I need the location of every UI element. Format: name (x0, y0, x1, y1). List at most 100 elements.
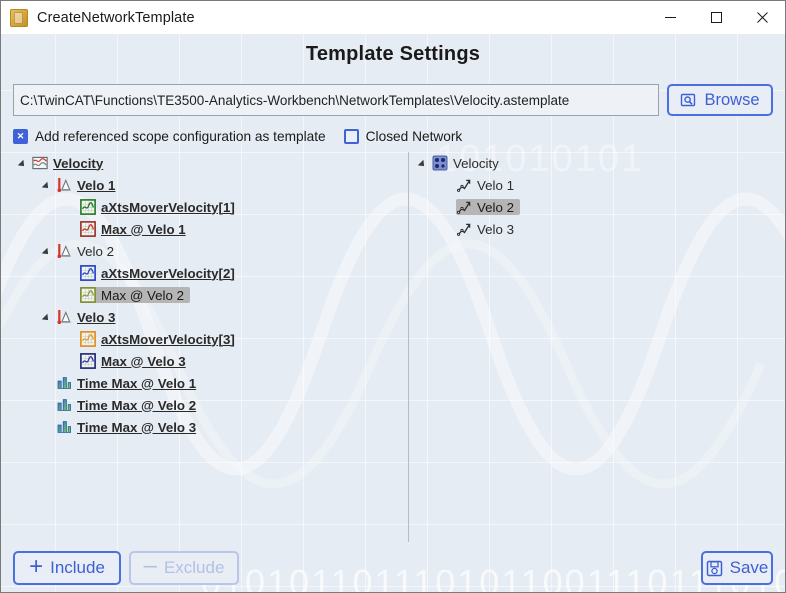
source-tree-panel[interactable]: Velocity Velo 1 aXtsMoverVelocity[1] Max @ … (13, 152, 405, 542)
save-button[interactable]: Save (701, 551, 773, 585)
tree-item[interactable]: Max @ Velo 2 (13, 284, 405, 306)
closed-network-label: Closed Network (365, 128, 463, 144)
tree-item-content[interactable]: Velocity (432, 155, 499, 171)
tree-item-label: Time Max @ Velo 3 (77, 419, 197, 435)
panels: Velocity Velo 1 aXtsMoverVelocity[1] Max @ … (13, 152, 773, 542)
tree-item[interactable]: aXtsMoverVelocity[2] (13, 262, 405, 284)
chevron-down-icon[interactable] (19, 158, 30, 169)
tree-item-label: aXtsMoverVelocity[1] (101, 199, 235, 215)
tree-item-label: aXtsMoverVelocity[3] (101, 331, 235, 347)
tree-item[interactable]: Velo 1 (413, 174, 773, 196)
analytics-calc-icon (56, 309, 72, 325)
tree-item-label: Velocity (453, 155, 499, 171)
tree-item-content[interactable]: Time Max @ Velo 3 (56, 419, 196, 435)
tree-item-content[interactable]: aXtsMoverVelocity[2] (80, 265, 235, 281)
folder-search-icon (681, 93, 696, 107)
tree-item-content[interactable]: Velo 3 (56, 309, 115, 325)
tree-item[interactable]: Time Max @ Velo 3 (13, 416, 405, 438)
save-button-label: Save (729, 558, 769, 577)
close-button[interactable] (739, 1, 785, 34)
options-row: Add referenced scope configuration as te… (13, 126, 462, 146)
tree-item-label: Velo 1 (477, 177, 514, 193)
pulse-icon (56, 419, 72, 435)
tree-item-content[interactable]: Velo 2 (56, 243, 114, 259)
minimize-button[interactable] (647, 1, 693, 34)
network-node-icon (432, 155, 448, 171)
tree-item[interactable]: Velo 3 (413, 218, 773, 240)
tree-item-label: Max @ Velo 2 (101, 287, 184, 303)
maximize-button[interactable] (693, 1, 739, 34)
browse-button[interactable]: Browse (667, 84, 773, 116)
tree-item[interactable]: Velocity (13, 152, 405, 174)
tree-item-label: Max @ Velo 3 (101, 353, 186, 369)
chart-green-icon (80, 199, 96, 215)
tree-item[interactable]: Velo 3 (13, 306, 405, 328)
tree-item-content[interactable]: Time Max @ Velo 1 (56, 375, 196, 391)
scatter-icon (456, 221, 472, 237)
tree-item-content[interactable]: Max @ Velo 1 (80, 221, 186, 237)
target-tree-panel[interactable]: Velocity Velo 1 Velo 2 Velo 3 (413, 152, 773, 542)
tree-item-content[interactable]: aXtsMoverVelocity[3] (80, 331, 235, 347)
exclude-button[interactable]: – Exclude (129, 551, 239, 585)
tree-item-content[interactable]: Velocity (32, 155, 103, 171)
tree-item[interactable]: aXtsMoverVelocity[3] (13, 328, 405, 350)
chevron-down-icon[interactable] (43, 180, 54, 191)
tree-item-label: Velo 1 (77, 177, 116, 193)
create-network-template-dialog: CreateNetworkTemplate 101010101 01010110… (0, 0, 786, 593)
tree-item-selected-content[interactable]: Velo 2 (456, 199, 520, 215)
exclude-button-label: Exclude (163, 558, 225, 577)
tree-item-content[interactable]: Velo 3 (456, 221, 514, 237)
tree-item[interactable]: Time Max @ Velo 2 (13, 394, 405, 416)
tree-item-selected-content[interactable]: Max @ Velo 2 (80, 287, 190, 303)
tree-item[interactable]: Time Max @ Velo 1 (13, 372, 405, 394)
tree-item-content[interactable]: aXtsMoverVelocity[1] (80, 199, 235, 215)
add-scope-config-label: Add referenced scope configuration as te… (35, 128, 326, 144)
closed-network-checkbox-box[interactable] (343, 128, 359, 144)
panel-divider (408, 152, 409, 542)
tree-item[interactable]: aXtsMoverVelocity[1] (13, 196, 405, 218)
dialog-body: 101010101 010101101110101100111011101010… (1, 34, 785, 592)
tree-item-label: Velo 2 (77, 243, 114, 259)
include-button-label: Include (50, 558, 105, 577)
pulse-icon (56, 375, 72, 391)
analytics-calc-icon (56, 243, 72, 259)
tree-item[interactable]: Velo 1 (13, 174, 405, 196)
minimize-icon (664, 17, 676, 18)
tree-item[interactable]: Max @ Velo 3 (13, 350, 405, 372)
tree-item[interactable]: Velo 2 (413, 196, 773, 218)
chart-olive-icon (80, 287, 96, 303)
include-button[interactable]: + Include (13, 551, 121, 585)
chevron-down-icon[interactable] (43, 312, 54, 323)
add-scope-config-checkbox[interactable]: Add referenced scope configuration as te… (13, 128, 326, 144)
tree-item-content[interactable]: Velo 1 (56, 177, 115, 193)
minus-icon: – (143, 552, 157, 579)
template-path-input[interactable]: C:\TwinCAT\Functions\TE3500-Analytics-Wo… (13, 84, 659, 116)
window-controls (647, 1, 785, 34)
closed-network-checkbox[interactable]: Closed Network (343, 128, 463, 144)
pulse-icon (56, 397, 72, 413)
tree-item[interactable]: Velocity (413, 152, 773, 174)
tree-item-label: aXtsMoverVelocity[2] (101, 265, 235, 281)
analytics-calc-icon (56, 177, 72, 193)
tree-item[interactable]: Max @ Velo 1 (13, 218, 405, 240)
chart-orange-icon (80, 331, 96, 347)
tree-item-label: Time Max @ Velo 1 (77, 375, 197, 391)
tree-item-content[interactable]: Time Max @ Velo 2 (56, 397, 196, 413)
tree-item[interactable]: Velo 2 (13, 240, 405, 262)
title-bar: CreateNetworkTemplate (1, 1, 785, 34)
chart-blue-icon (80, 265, 96, 281)
close-icon (756, 12, 768, 23)
chevron-down-icon[interactable] (419, 158, 430, 169)
tree-item-content[interactable]: Velo 1 (456, 177, 514, 193)
window-title: CreateNetworkTemplate (37, 9, 195, 26)
chevron-down-icon[interactable] (43, 246, 54, 257)
tree-item-label: Velo 3 (77, 309, 116, 325)
scatter-icon (456, 177, 472, 193)
tree-item-content[interactable]: Max @ Velo 3 (80, 353, 186, 369)
add-scope-config-checkbox-box[interactable] (13, 128, 28, 144)
